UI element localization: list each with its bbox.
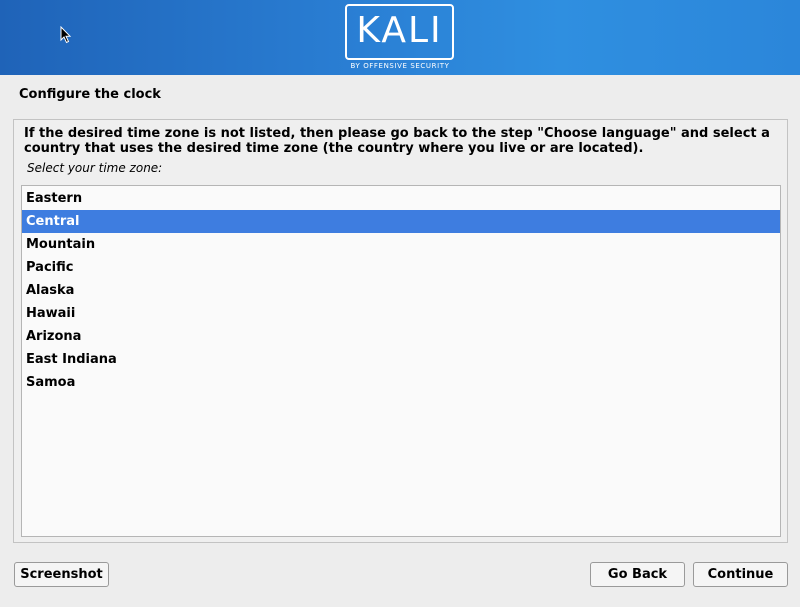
timezone-option[interactable]: Arizona xyxy=(22,325,780,348)
timezone-option[interactable]: Pacific xyxy=(22,256,780,279)
continue-button[interactable]: Continue xyxy=(693,562,788,587)
timezone-option[interactable]: Mountain xyxy=(22,233,780,256)
logo-text: KALI xyxy=(356,10,443,51)
go-back-button[interactable]: Go Back xyxy=(590,562,685,587)
timezone-option[interactable]: Central xyxy=(22,210,780,233)
timezone-list[interactable]: Eastern Central Mountain Pacific Alaska Hawai… xyxy=(21,185,781,537)
kali-logo: KALI xyxy=(345,4,454,60)
timezone-option[interactable]: Samoa xyxy=(22,371,780,394)
timezone-option[interactable]: Hawaii xyxy=(22,302,780,325)
description-text: If the desired time zone is not listed, … xyxy=(24,126,770,156)
timezone-option[interactable]: Alaska xyxy=(22,279,780,302)
kali-banner: KALI BY OFFENSIVE SECURITY xyxy=(0,0,800,75)
timezone-prompt: Select your time zone: xyxy=(27,161,163,175)
timezone-option[interactable]: East Indiana xyxy=(22,348,780,371)
timezone-option[interactable]: Eastern xyxy=(22,187,780,210)
screenshot-button[interactable]: Screenshot xyxy=(14,562,109,587)
mouse-cursor-icon xyxy=(60,26,72,44)
logo-subtext: BY OFFENSIVE SECURITY xyxy=(350,62,450,70)
page-title: Configure the clock xyxy=(19,87,161,102)
